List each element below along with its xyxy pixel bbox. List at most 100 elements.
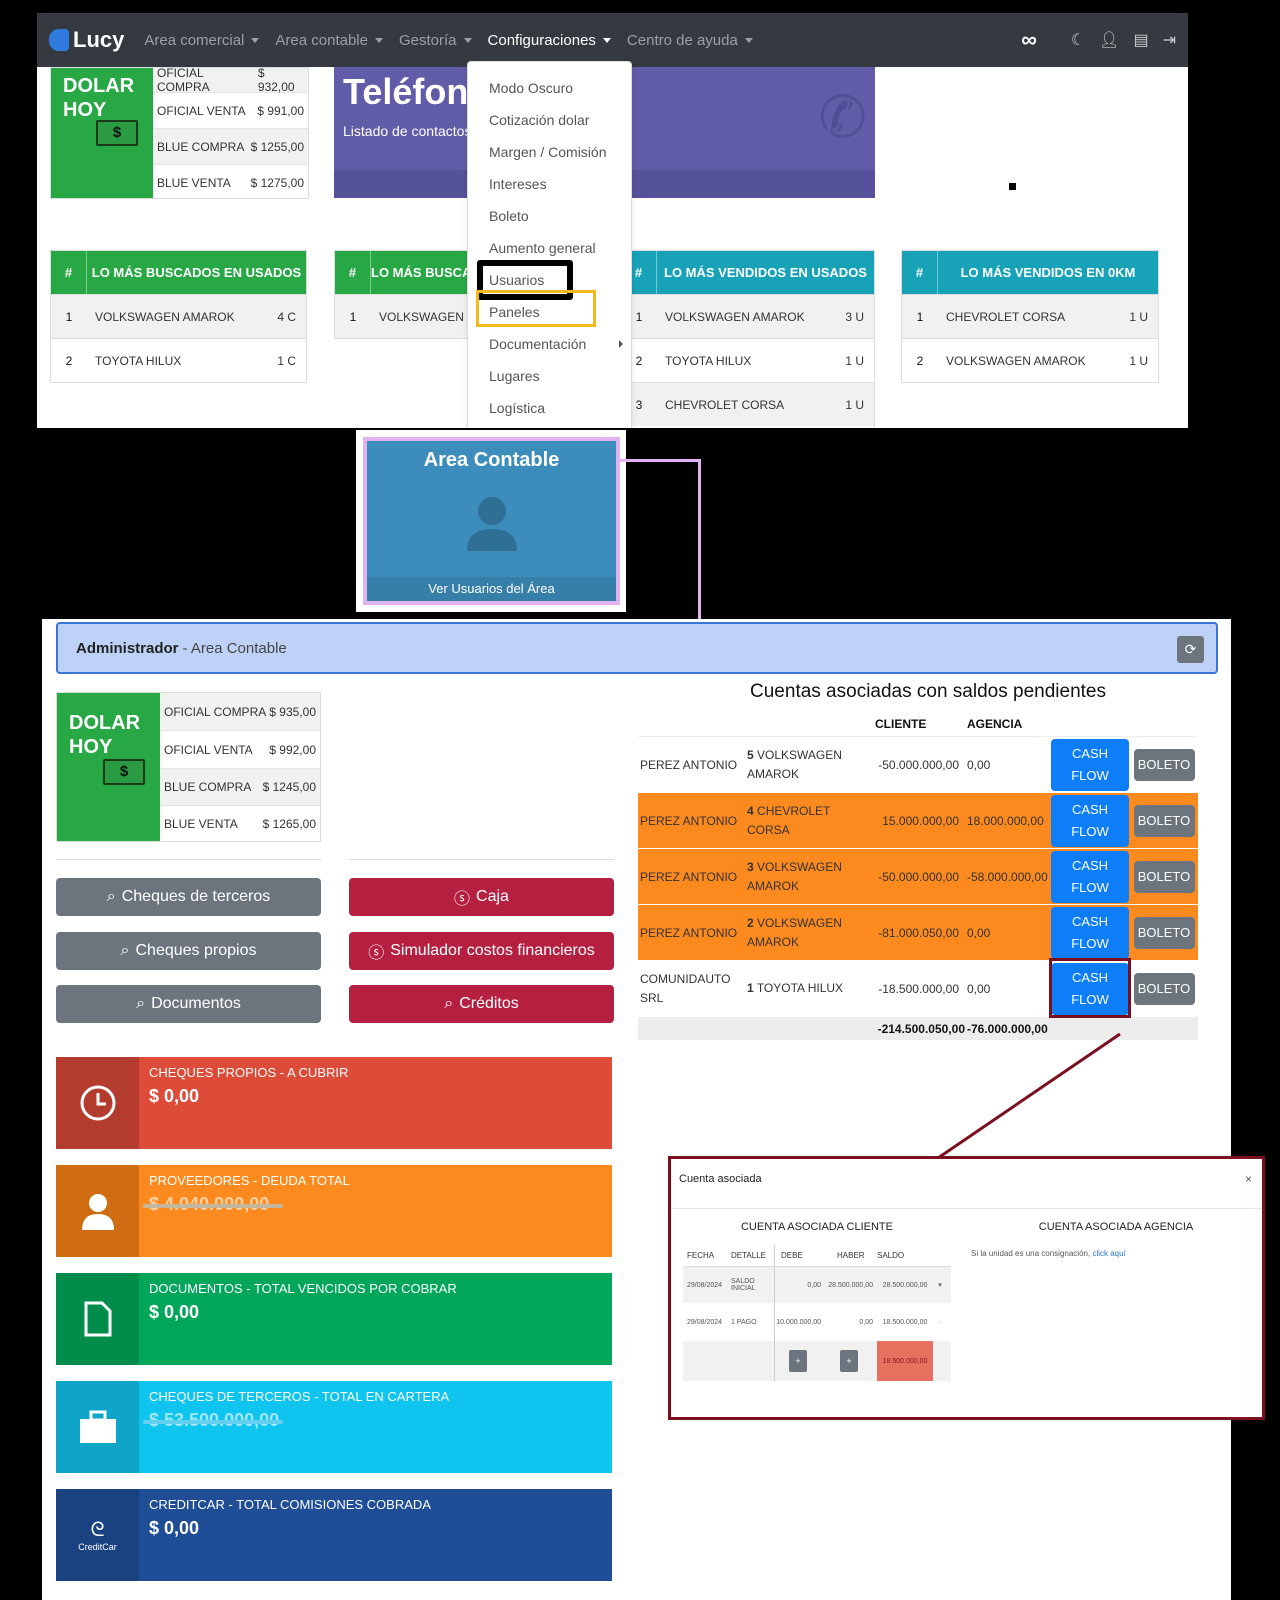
ranking-row: 1VOLKSWAGEN AMAROK — [335, 294, 483, 338]
caret-down-icon — [744, 37, 753, 43]
nav-area-comercial[interactable]: Area comercial — [144, 31, 260, 49]
refresh-button[interactable]: ⟳ — [1177, 636, 1204, 663]
nav-area-contable[interactable]: Area contable — [275, 32, 383, 49]
stat-creditcar[interactable]: ᘓ CreditCar CREDITCAR - TOTAL COMISIONES … — [56, 1489, 612, 1581]
infinity-icon[interactable]: ∞ — [1021, 27, 1037, 53]
cash-flow-button[interactable]: CASH FLOW — [1051, 850, 1129, 903]
close-icon[interactable]: × — [1245, 1172, 1252, 1186]
button-label: Documentos — [151, 995, 241, 1012]
caret-down-icon — [251, 37, 260, 43]
saldo-total: 18.500.000,00 — [877, 1341, 933, 1381]
nav-centro-ayuda[interactable]: Centro de ayuda — [627, 32, 753, 49]
stat-value: $ 0,00 — [149, 1302, 200, 1322]
col-agencia: AGENCIA — [967, 717, 1023, 731]
boleto-button[interactable]: BOLETO — [1133, 972, 1195, 1005]
ranking-row: 3 CHEVROLET CORSA 1 U — [621, 382, 874, 426]
menu-item-intereses[interactable]: Intereses — [468, 168, 631, 200]
user-icon[interactable]: 👤︎ — [1099, 30, 1119, 50]
click-aqui-link[interactable]: click aquí — [1092, 1249, 1125, 1258]
search-icon: ⌕ — [106, 888, 116, 905]
simulador-button[interactable]: ⓢ Simulador costos financieros — [349, 932, 614, 970]
caja-button[interactable]: ⓢ Caja — [349, 878, 614, 916]
menu-item-documentacion[interactable]: Documentación — [468, 328, 631, 360]
cheques-terceros-button[interactable]: ⌕ Cheques de terceros — [56, 878, 321, 916]
agency-consignment-note: Si la unidad es una consignación, click … — [971, 1249, 1126, 1258]
phone-icon: ✆ — [818, 85, 867, 150]
stat-proveedores[interactable]: PROVEEDORES - DEUDA TOTAL $ 4.040.000,00 — [56, 1165, 612, 1257]
ranking-buscados-usados: # LO MÁS BUSCADOS EN USADOS 1 VOLKSWAGEN A… — [50, 250, 307, 383]
table-header: CLIENTE AGENCIA — [638, 712, 1198, 737]
menu-item-boleto[interactable]: Boleto — [468, 200, 631, 232]
nav-label: Area comercial — [144, 31, 245, 49]
brand[interactable]: Lucy — [49, 27, 124, 53]
moon-icon[interactable]: ☾ — [1071, 30, 1085, 50]
calendar-icon[interactable]: ▤ — [1133, 30, 1148, 50]
logout-icon[interactable]: ⇥ — [1163, 30, 1176, 50]
dolar-title-2: HOY — [63, 99, 107, 121]
nav-gestoria[interactable]: Gestoría — [399, 32, 472, 49]
menu-item-modo-oscuro[interactable]: Modo Oscuro — [468, 72, 631, 104]
add-haber-button[interactable]: + — [840, 1350, 858, 1372]
black-dot — [1009, 183, 1016, 190]
stat-value-redacted: $ 53.500.000,00 — [143, 1410, 449, 1431]
menu-item-cotizacion-dolar[interactable]: Cotización dolar — [468, 104, 631, 136]
menu-item-margen-comision[interactable]: Margen / Comisión — [468, 136, 631, 168]
documentos-button[interactable]: ⌕ Documentos — [56, 985, 321, 1023]
user-icon — [56, 1165, 139, 1257]
navbar-right-icons: ∞ ☾ 👤︎ ▤ ⇥ — [1021, 27, 1176, 53]
dolar-row: OFICIAL COMPRA $ 935,00 — [160, 693, 320, 730]
dolar-row: OFICIAL COMPRA $ 932,00 — [153, 66, 308, 94]
table-footer-row: + + 18.500.000,00 — [683, 1341, 951, 1381]
nav-configuraciones[interactable]: Configuraciones — [488, 32, 611, 49]
expand-icon[interactable]: · — [933, 1319, 947, 1326]
cliente-heading: CUENTA ASOCIADA CLIENTE — [740, 1221, 893, 1233]
cheques-propios-button[interactable]: ⌕ Cheques propios — [56, 932, 321, 970]
clock-icon — [56, 1057, 139, 1149]
briefcase-icon — [56, 1381, 139, 1473]
dolar-row: BLUE VENTA $ 1275,00 — [153, 164, 308, 200]
file-icon — [56, 1273, 139, 1365]
cuenta-asociada-modal: Cuenta asociada × CUENTA ASOCIADA CLIENT… — [668, 1156, 1265, 1420]
menu-item-lugares[interactable]: Lugares — [468, 360, 631, 392]
dolar-hoy-label: DOLAR HOY $ — [51, 68, 153, 198]
caret-down-icon — [602, 37, 611, 43]
dolar-title-1: DOLAR — [63, 75, 135, 97]
expand-icon[interactable]: ▾ — [933, 1281, 947, 1289]
cash-flow-button[interactable]: CASH FLOW — [1051, 906, 1129, 959]
dolar-row: BLUE VENTA $ 1265,00 — [160, 805, 320, 842]
dolar-rates-table: OFICIAL COMPRA $ 935,00 OFICIAL VENTA $ 99… — [160, 693, 320, 841]
refresh-icon: ⟳ — [1184, 641, 1197, 657]
ranking-header: # LO MÁS BUSCADOS EN USADOS — [51, 251, 306, 294]
add-debe-button[interactable]: + — [789, 1350, 807, 1372]
boleto-button[interactable]: BOLETO — [1133, 860, 1195, 893]
stat-cheques-propios[interactable]: CHEQUES PROPIOS - A CUBRIR $ 0,00 — [56, 1057, 612, 1149]
boleto-button[interactable]: BOLETO — [1133, 804, 1195, 837]
stat-cheques-terceros[interactable]: CHEQUES DE TERCEROS - TOTAL EN CARTERA $ … — [56, 1381, 612, 1473]
table-row: 29/08/2024 1 PAGO 10.000.000,00 0,00 18.… — [683, 1303, 951, 1341]
ver-usuarios-link[interactable]: Ver Usuarios del Área — [367, 577, 616, 601]
annotation-yellow-box — [476, 290, 596, 327]
user-icon — [467, 497, 517, 551]
ranking-row: 1 CHEVROLET CORSA 1 U — [902, 294, 1158, 338]
area-contable-card[interactable]: Area Contable Ver Usuarios del Área — [363, 437, 620, 605]
table-row: PEREZ ANTONIO 4 CHEVROLET CORSA 15.000.0… — [638, 793, 1198, 849]
dolar-row: BLUE COMPRA $ 1245,00 — [160, 768, 320, 805]
ranking-row: 2 TOYOTA HILUX 1 U — [621, 338, 874, 382]
boleto-button[interactable]: BOLETO — [1133, 916, 1195, 949]
cash-flow-button[interactable]: CASH FLOW — [1051, 738, 1129, 791]
ranking-row: 1 VOLKSWAGEN AMAROK 3 U — [621, 294, 874, 338]
annotation-connector — [937, 1032, 1121, 1160]
dollar-circle-icon: ⓢ — [368, 945, 385, 962]
menu-item-logistica[interactable]: Logística — [468, 392, 631, 424]
dolar-hoy-widget: DOLAR HOY $ OFICIAL COMPRA $ 932,00 OFICI… — [50, 66, 309, 200]
cash-flow-button[interactable]: CASH FLOW — [1051, 794, 1129, 847]
ranking-vendidos-usados: # LO MÁS VENDIDOS EN USADOS 1 VOLKSWAGEN A… — [620, 250, 875, 428]
ranking-header: # LO MÁS VENDIDOS EN 0KM — [902, 251, 1158, 294]
boleto-button[interactable]: BOLETO — [1133, 748, 1195, 781]
annotation-connector — [620, 459, 700, 462]
stat-label: DOCUMENTOS - TOTAL VENCIDOS POR COBRAR — [149, 1281, 457, 1296]
stat-documentos[interactable]: DOCUMENTOS - TOTAL VENCIDOS POR COBRAR $ … — [56, 1273, 612, 1365]
nav-label: Centro de ayuda — [626, 31, 738, 49]
area-card-title: Area Contable — [423, 449, 560, 471]
creditos-button[interactable]: ⌕ Créditos — [349, 985, 614, 1023]
